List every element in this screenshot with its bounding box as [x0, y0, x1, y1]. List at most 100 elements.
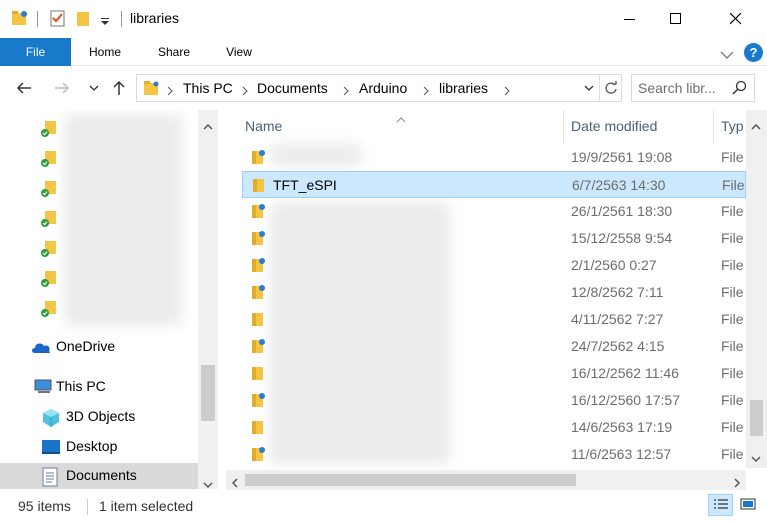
breadcrumb-this-pc[interactable]: This PC: [183, 80, 233, 96]
libraries-folder-icon: [143, 80, 161, 99]
large-icons-view-icon: [740, 498, 755, 510]
synced-folder-icon[interactable]: [40, 180, 58, 198]
help-button[interactable]: ?: [744, 43, 763, 62]
file-date-modified: 19/9/2561 19:08: [571, 149, 673, 165]
file-date-modified: 2/1/2560 0:27: [571, 257, 657, 273]
breadcrumb-libraries[interactable]: libraries: [439, 80, 488, 96]
minimize-icon: [624, 19, 635, 20]
chevron-right-icon: [504, 83, 510, 99]
status-separator: [87, 499, 88, 515]
file-type: File: [721, 419, 744, 435]
details-view-button[interactable]: [708, 494, 733, 516]
recent-locations-button[interactable]: [82, 75, 106, 101]
folder-icon: [249, 365, 267, 384]
folder-icon: [249, 446, 267, 465]
nav-item-this-pc[interactable]: This PC: [0, 374, 198, 400]
forward-arrow-icon: [55, 82, 70, 94]
file-date-modified: 26/1/2561 18:30: [571, 203, 673, 219]
file-row[interactable]: 12/8/2562 7:11 File: [242, 279, 746, 306]
desktop-icon: [41, 439, 61, 458]
file-list-scrollbar[interactable]: [746, 110, 767, 468]
chevron-right-icon: [423, 83, 429, 99]
expand-ribbon-icon[interactable]: [720, 47, 734, 63]
nav-pane-scrollbar[interactable]: [198, 110, 218, 489]
nav-item-3d-objects[interactable]: 3D Objects: [0, 404, 198, 430]
synced-folder-icon[interactable]: [40, 150, 58, 168]
file-row[interactable]: 4/11/2562 7:27 File: [242, 306, 746, 333]
synced-folder-icon[interactable]: [40, 300, 58, 318]
properties-icon[interactable]: [50, 9, 66, 30]
folder-app-icon[interactable]: [11, 9, 29, 30]
file-row[interactable]: 15/12/2558 9:54 File: [242, 225, 746, 252]
breadcrumb-arduino[interactable]: Arduino: [359, 80, 407, 96]
file-row-selected[interactable]: TFT_eSPI 6/7/2563 14:30 File: [242, 171, 746, 198]
maximize-button[interactable]: [653, 0, 699, 38]
tab-home[interactable]: Home: [78, 38, 132, 66]
file-row[interactable]: 14/6/2563 17:19 File: [242, 414, 746, 441]
refresh-button[interactable]: [599, 75, 622, 101]
search-box[interactable]: [631, 74, 755, 102]
tab-view[interactable]: View: [216, 38, 262, 66]
scroll-up-icon[interactable]: [751, 118, 761, 130]
file-row[interactable]: 26/1/2561 18:30 File: [242, 198, 746, 225]
search-input[interactable]: [638, 79, 730, 97]
synced-folder-icon[interactable]: [40, 270, 58, 288]
scroll-left-icon[interactable]: [231, 475, 239, 491]
file-type: File: [721, 257, 744, 273]
nav-item-documents[interactable]: Documents: [0, 463, 198, 489]
file-list-scroll-thumb[interactable]: [750, 400, 763, 436]
synced-folder-icon[interactable]: [40, 210, 58, 228]
title-bar: libraries: [0, 0, 767, 38]
file-type: File: [721, 311, 744, 327]
file-row[interactable]: 16/12/2562 11:46 File: [242, 360, 746, 387]
file-date-modified: 16/12/2560 17:57: [571, 392, 680, 408]
chevron-right-icon: [343, 83, 349, 99]
tab-share[interactable]: Share: [148, 38, 200, 66]
file-type: File: [721, 149, 744, 165]
file-date-modified: 12/8/2562 7:11: [571, 284, 664, 300]
scroll-down-icon[interactable]: [751, 450, 761, 463]
folder-icon: [249, 338, 267, 357]
nav-item-onedrive[interactable]: OneDrive: [0, 334, 198, 360]
folder-icon: [250, 177, 268, 196]
chevron-right-icon: [167, 83, 173, 99]
file-type: File: [721, 392, 744, 408]
close-button[interactable]: [713, 0, 759, 38]
address-bar[interactable]: This PC Documents Arduino libraries: [136, 74, 622, 102]
search-icon[interactable]: [732, 80, 747, 98]
navigation-pane: OneDrive This PC 3D Objects Desktop Docu…: [0, 110, 222, 489]
synced-folder-icon[interactable]: [40, 240, 58, 258]
qat-dropdown-icon[interactable]: [100, 14, 110, 30]
back-button[interactable]: [12, 75, 36, 101]
file-row[interactable]: 16/12/2560 17:57 File: [242, 387, 746, 414]
minimize-button[interactable]: [607, 0, 653, 38]
file-type: File: [721, 230, 744, 246]
scroll-up-icon[interactable]: [203, 118, 213, 130]
chevron-down-icon: [584, 85, 594, 91]
breadcrumb-documents[interactable]: Documents: [257, 80, 328, 96]
nav-item-desktop[interactable]: Desktop: [0, 434, 198, 460]
horizontal-scrollbar[interactable]: [226, 470, 746, 490]
tab-file[interactable]: File: [0, 38, 71, 66]
title-separator: [121, 11, 122, 27]
file-row[interactable]: 24/7/2562 4:15 File: [242, 333, 746, 360]
scroll-right-icon[interactable]: [733, 475, 741, 491]
file-type: File: [721, 365, 744, 381]
new-folder-icon[interactable]: [76, 9, 90, 30]
address-dropdown-button[interactable]: [579, 75, 599, 101]
file-row[interactable]: 11/6/2563 12:57 File: [242, 441, 746, 468]
up-button[interactable]: [107, 75, 131, 101]
horizontal-scroll-thumb[interactable]: [245, 474, 576, 486]
ribbon: File Home Share View: [0, 38, 767, 66]
file-name: TFT_eSPI: [273, 177, 337, 193]
nav-scroll-thumb[interactable]: [201, 365, 215, 421]
folder-icon: [249, 257, 267, 276]
scroll-down-icon[interactable]: [203, 476, 213, 489]
synced-folder-icon[interactable]: [40, 120, 58, 138]
file-row[interactable]: 19/9/2561 19:08 File: [242, 144, 746, 171]
file-row[interactable]: 2/1/2560 0:27 File: [242, 252, 746, 279]
forward-button[interactable]: [50, 75, 74, 101]
large-icons-view-button[interactable]: [735, 494, 760, 516]
folder-icon: [249, 392, 267, 411]
qat-separator: [37, 11, 38, 27]
